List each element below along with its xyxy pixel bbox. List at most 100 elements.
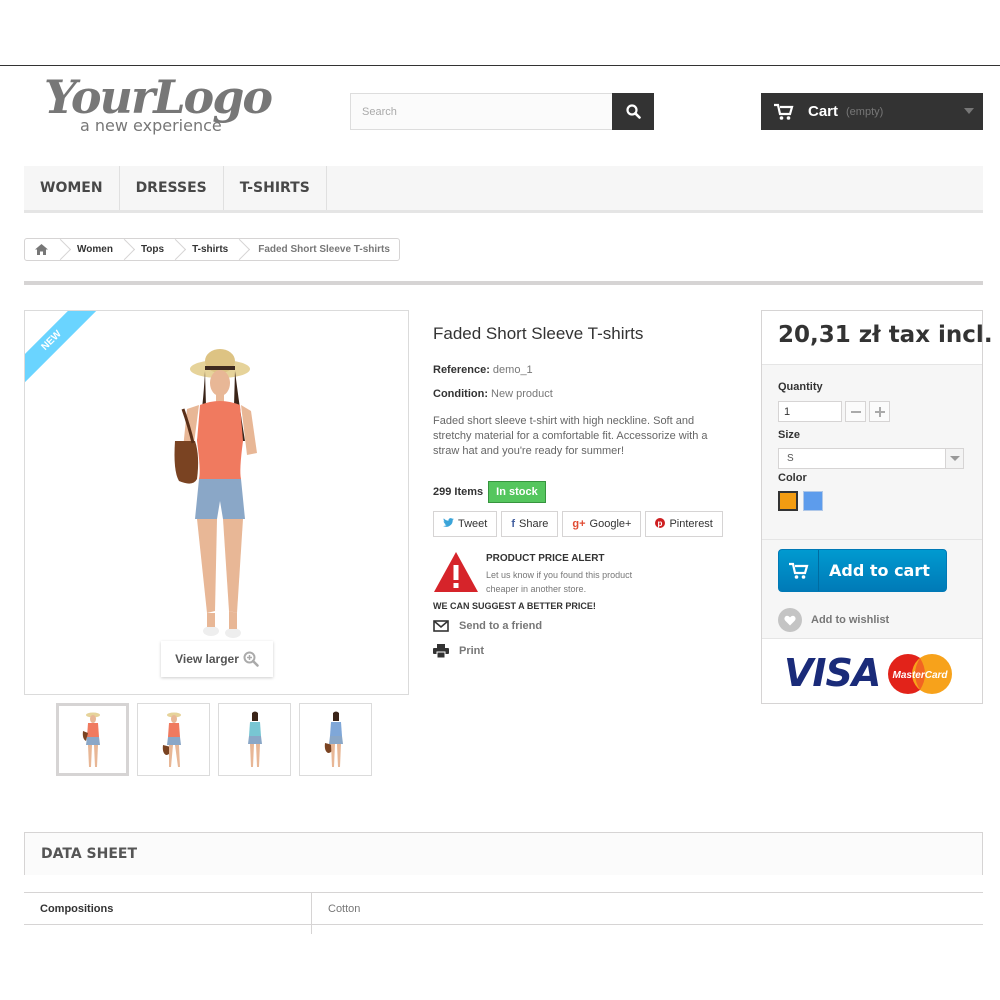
datasheet-column-divider (311, 893, 312, 934)
pinterest-icon: p (655, 517, 666, 531)
size-select[interactable]: S (778, 448, 964, 469)
color-swatch-orange[interactable] (778, 491, 798, 511)
menu-item-dresses[interactable]: DRESSES (120, 166, 224, 210)
mastercard-logo: MasterCard (888, 654, 952, 694)
pinterest-button[interactable]: p Pinterest (645, 511, 723, 537)
cart-status: (empty) (846, 105, 884, 118)
section-divider (24, 281, 983, 285)
reference-value: demo_1 (492, 364, 533, 376)
reference-label: Reference: (433, 364, 490, 376)
view-larger-button[interactable]: View larger (161, 641, 273, 677)
datasheet-key: Compositions (40, 903, 114, 915)
chevron-down-icon (945, 449, 963, 468)
minus-icon (850, 410, 861, 413)
search-icon (625, 104, 641, 119)
googleplus-button[interactable]: g+ Google+ (562, 511, 642, 537)
send-to-friend-link[interactable]: Send to a friend (433, 620, 542, 632)
product-photo (174, 349, 257, 638)
price-alert-text: Let us know if you found this product ch… (486, 570, 633, 594)
print-link[interactable]: Print (433, 644, 484, 658)
add-to-wishlist-link[interactable]: Add to wishlist (778, 608, 889, 632)
thumbnail-1[interactable] (56, 703, 129, 776)
menu-item-women[interactable]: WOMEN (24, 166, 120, 210)
top-border (0, 65, 1000, 66)
site-logo[interactable]: YourLogo a new experience (44, 70, 284, 140)
thumbnail-3[interactable] (218, 703, 291, 776)
view-larger-label: View larger (175, 652, 239, 666)
product-page: YourLogo a new experience Cart (empty) W… (0, 0, 1000, 1000)
thumbnail-image (247, 711, 262, 767)
thumbnail-image (82, 712, 100, 767)
visa-logo: VISA (784, 651, 881, 695)
product-reference: Reference: demo_1 (433, 364, 533, 376)
warning-icon (434, 552, 478, 592)
breadcrumb-item-women[interactable]: Women (67, 244, 121, 255)
tweet-label: Tweet (458, 518, 488, 530)
quantity-label: Quantity (778, 381, 823, 393)
pinterest-label: Pinterest (669, 518, 713, 530)
thumbnail-4[interactable] (299, 703, 372, 776)
price-alert-title: PRODUCT PRICE ALERT (486, 553, 605, 564)
size-label: Size (778, 429, 801, 441)
search-box (350, 93, 654, 130)
search-input[interactable] (351, 94, 613, 129)
datasheet-value: Cotton (328, 903, 361, 915)
send-to-friend-label: Send to a friend (459, 620, 543, 632)
breadcrumb: Women Tops T-shirts Faded Short Sleeve T… (24, 238, 400, 261)
product-image[interactable]: NEW View larger (24, 310, 409, 695)
breadcrumb-separator (57, 239, 67, 260)
twitter-icon (443, 518, 454, 530)
new-ribbon: NEW (25, 311, 113, 399)
main-menu: WOMEN DRESSES T-SHIRTS (24, 166, 983, 213)
zoom-in-icon (243, 651, 259, 667)
cart-icon (774, 103, 794, 120)
googleplus-icon: g+ (572, 518, 586, 530)
search-button[interactable] (612, 93, 654, 130)
svg-text:p: p (658, 519, 663, 528)
color-swatch-blue[interactable] (803, 491, 823, 511)
payment-cards: VISA MasterCard (762, 638, 982, 703)
product-price: 20,31 zł tax incl. (778, 322, 993, 348)
breadcrumb-separator (236, 239, 246, 260)
social-share: Tweet f Share g+ Google+ p Pinterest (433, 511, 727, 537)
thumbnail-image (162, 712, 181, 767)
logo-tagline: a new experience (80, 116, 222, 135)
facebook-icon: f (511, 518, 516, 530)
share-label: Share (519, 518, 549, 530)
breadcrumb-separator (172, 239, 182, 260)
thumbnail-image (324, 711, 343, 767)
condition-value: New product (491, 388, 553, 400)
cart-button[interactable]: Cart (empty) (761, 93, 983, 130)
datasheet-row: Compositions Cotton (24, 892, 983, 934)
wishlist-label: Add to wishlist (811, 614, 890, 626)
product-title: Faded Short Sleeve T-shirts (433, 324, 644, 343)
product-condition: Condition: New product (433, 388, 553, 400)
heart-icon (778, 608, 802, 632)
home-icon (34, 244, 48, 255)
breadcrumb-separator (121, 239, 131, 260)
quantity-decrease-button[interactable] (845, 401, 866, 422)
size-value: S (787, 453, 794, 464)
stock-badge: In stock (488, 481, 546, 503)
envelope-icon (433, 620, 449, 632)
breadcrumb-current: Faded Short Sleeve T-shirts (258, 244, 390, 255)
add-cart-icon-box (779, 550, 819, 591)
mastercard-text: MasterCard (892, 670, 948, 681)
price-alert-link[interactable]: WE CAN SUGGEST A BETTER PRICE! (433, 601, 596, 611)
options-divider (762, 539, 982, 540)
availability: 299 Items In stock (433, 481, 546, 503)
buy-box: 20,31 zł tax incl. Quantity Size S Color (761, 310, 993, 704)
quantity-increase-button[interactable] (869, 401, 890, 422)
product-description: Faded short sleeve t-shirt with high nec… (433, 415, 708, 457)
add-to-cart-button[interactable]: Add to cart (778, 549, 947, 592)
caret-down-icon (964, 108, 974, 114)
condition-label: Condition: (433, 388, 488, 400)
googleplus-label: Google+ (589, 518, 632, 530)
new-badge: NEW (25, 311, 98, 387)
menu-item-tshirts[interactable]: T-SHIRTS (224, 166, 327, 210)
tweet-button[interactable]: Tweet (433, 511, 498, 537)
share-button[interactable]: f Share (501, 511, 559, 537)
thumbnail-2[interactable] (137, 703, 210, 776)
quantity-input[interactable] (778, 401, 842, 422)
price-area: 20,31 zł tax incl. (762, 311, 993, 365)
